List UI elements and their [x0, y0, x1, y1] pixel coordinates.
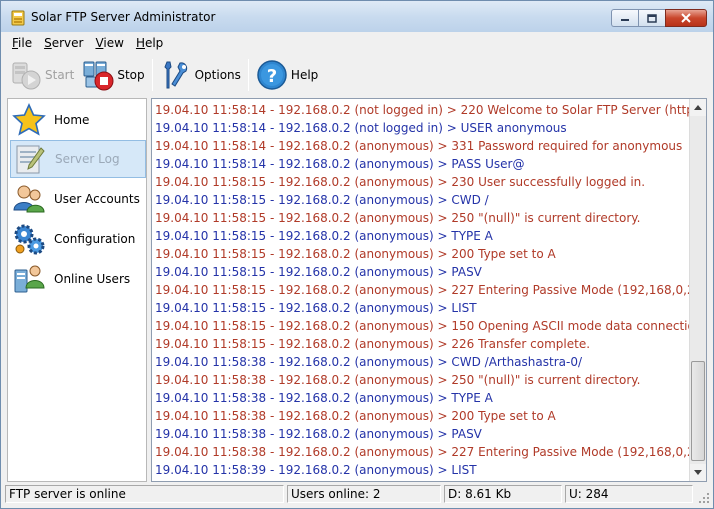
close-button[interactable]	[665, 9, 707, 27]
menu-file[interactable]: File	[6, 34, 38, 52]
log-line: 19.04.10 11:58:15 - 192.168.0.2 (anonymo…	[155, 265, 482, 279]
log-line: 19.04.10 11:58:15 - 192.168.0.2 (anonymo…	[155, 175, 646, 189]
log-line: 19.04.10 11:58:14 - 192.168.0.2 (not log…	[155, 121, 567, 135]
log-line: 19.04.10 11:58:15 - 192.168.0.2 (anonymo…	[155, 319, 689, 333]
log-line: 19.04.10 11:58:14 - 192.168.0.2 (not log…	[155, 103, 689, 117]
start-button[interactable]: Start	[6, 57, 78, 93]
menu-server[interactable]: Server	[38, 34, 89, 52]
log-line: 19.04.10 11:58:38 - 192.168.0.2 (anonymo…	[155, 445, 689, 459]
stop-label: Stop	[117, 68, 145, 82]
app-window: Solar FTP Server Administrator File Serv…	[0, 0, 714, 509]
log-line: 19.04.10 11:58:15 - 192.168.0.2 (anonymo…	[155, 247, 556, 261]
window-controls	[611, 9, 707, 27]
status-users-online: Users online: 2	[287, 485, 441, 503]
log-line: 19.04.10 11:58:15 - 192.168.0.2 (anonymo…	[155, 211, 641, 225]
app-icon	[11, 10, 25, 26]
log-lines: 19.04.10 11:58:14 - 192.168.0.2 (not log…	[155, 101, 689, 479]
toolbar-separator	[247, 59, 249, 91]
log-line: 19.04.10 11:58:15 - 192.168.0.2 (anonymo…	[155, 301, 477, 315]
scroll-down-icon	[694, 470, 702, 475]
log-line: 19.04.10 11:58:38 - 192.168.0.2 (anonymo…	[155, 373, 641, 387]
users-icon	[13, 185, 45, 213]
sidebar-item-label: Configuration	[54, 232, 136, 246]
options-label: Options	[194, 68, 241, 82]
log-line: 19.04.10 11:58:15 - 192.168.0.2 (anonymo…	[155, 193, 489, 207]
maximize-icon	[647, 13, 657, 23]
toolbar-separator	[151, 59, 153, 91]
log-line: 19.04.10 11:58:38 - 192.168.0.2 (anonymo…	[155, 409, 556, 423]
stop-server-icon	[83, 61, 114, 91]
options-button[interactable]: Options	[156, 57, 245, 93]
minimize-button[interactable]	[611, 9, 638, 27]
help-label: Help	[290, 68, 319, 82]
online-users-icon	[14, 265, 45, 293]
help-icon: ?	[257, 60, 287, 90]
menu-help[interactable]: Help	[130, 34, 169, 52]
star-icon	[12, 103, 46, 136]
log-line: 19.04.10 11:58:38 - 192.168.0.2 (anonymo…	[155, 355, 582, 369]
vertical-scrollbar[interactable]	[689, 99, 706, 481]
sidebar-item-label: Server Log	[55, 152, 120, 166]
sidebar-item-label: User Accounts	[54, 192, 140, 206]
maximize-button[interactable]	[638, 9, 665, 27]
status-bar: FTP server is online Users online: 2 D: …	[5, 485, 711, 505]
menu-bar: File Server View Help	[6, 34, 169, 52]
svg-text:?: ?	[267, 66, 277, 87]
close-icon	[681, 13, 691, 23]
notepad-icon	[16, 145, 45, 174]
sidebar-item-label: Online Users	[54, 272, 131, 286]
log-line: 19.04.10 11:58:15 - 192.168.0.2 (anonymo…	[155, 283, 689, 297]
log-line: 19.04.10 11:58:39 - 192.168.0.2 (anonymo…	[155, 463, 477, 477]
help-button[interactable]: ? Help	[252, 57, 322, 93]
scroll-up-icon	[694, 105, 702, 110]
sidebar-item-server-log[interactable]: Server Log	[10, 140, 146, 178]
sidebar-item-online-users[interactable]: Online Users	[10, 260, 146, 298]
start-label: Start	[45, 68, 75, 82]
window-title: Solar FTP Server Administrator	[31, 10, 216, 24]
scroll-down-button[interactable]	[690, 464, 706, 481]
server-log-view[interactable]: 19.04.10 11:58:14 - 192.168.0.2 (not log…	[151, 98, 707, 482]
log-line: 19.04.10 11:58:14 - 192.168.0.2 (anonymo…	[155, 157, 525, 171]
resize-grip-icon[interactable]	[698, 492, 710, 504]
title-bar: Solar FTP Server Administrator	[1, 1, 713, 32]
scroll-up-button[interactable]	[690, 99, 706, 116]
status-upload: U: 284	[565, 485, 693, 503]
scroll-thumb[interactable]	[691, 361, 705, 461]
toolbar: Start Stop Options ? Help	[6, 55, 710, 95]
sidebar: Home Server Log User Accounts Configurat…	[7, 98, 147, 482]
log-line: 19.04.10 11:58:38 - 192.168.0.2 (anonymo…	[155, 427, 482, 441]
sidebar-item-home[interactable]: Home	[10, 101, 146, 139]
sidebar-item-label: Home	[54, 113, 90, 127]
menu-view[interactable]: View	[89, 34, 129, 52]
tools-icon	[164, 61, 187, 89]
log-line: 19.04.10 11:58:38 - 192.168.0.2 (anonymo…	[155, 391, 493, 405]
sidebar-item-configuration[interactable]: Configuration	[10, 220, 146, 258]
gears-icon	[14, 224, 45, 255]
log-line: 19.04.10 11:58:14 - 192.168.0.2 (anonymo…	[155, 139, 683, 153]
log-line: 19.04.10 11:58:15 - 192.168.0.2 (anonymo…	[155, 229, 493, 243]
start-server-icon	[12, 62, 41, 90]
sidebar-item-user-accounts[interactable]: User Accounts	[10, 180, 146, 218]
status-server: FTP server is online	[5, 485, 284, 503]
stop-button[interactable]: Stop	[78, 57, 148, 93]
log-line: 19.04.10 11:58:15 - 192.168.0.2 (anonymo…	[155, 337, 591, 351]
minimize-icon	[621, 19, 629, 21]
status-download: D: 8.61 Kb	[444, 485, 562, 503]
